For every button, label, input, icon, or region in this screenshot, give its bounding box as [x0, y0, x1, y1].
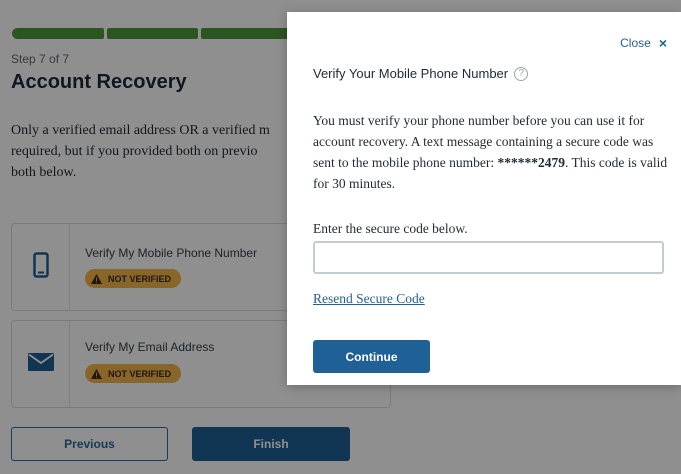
verify-phone-modal: Close × Verify Your Mobile Phone Number … [287, 12, 681, 385]
close-icon: × [658, 35, 667, 51]
modal-title: Verify Your Mobile Phone Number ? [313, 66, 529, 81]
close-label: Close [620, 36, 651, 50]
secure-code-input[interactable] [313, 241, 664, 274]
continue-button[interactable]: Continue [313, 340, 430, 373]
modal-title-text: Verify Your Mobile Phone Number [313, 66, 509, 81]
close-button[interactable]: Close × [620, 36, 667, 50]
masked-phone-number: ******2479 [497, 155, 565, 170]
modal-message: You must verify your phone number before… [313, 110, 668, 194]
resend-code-link[interactable]: Resend Secure Code [313, 291, 425, 307]
secure-code-label: Enter the secure code below. [313, 221, 468, 236]
help-icon[interactable]: ? [514, 66, 529, 81]
